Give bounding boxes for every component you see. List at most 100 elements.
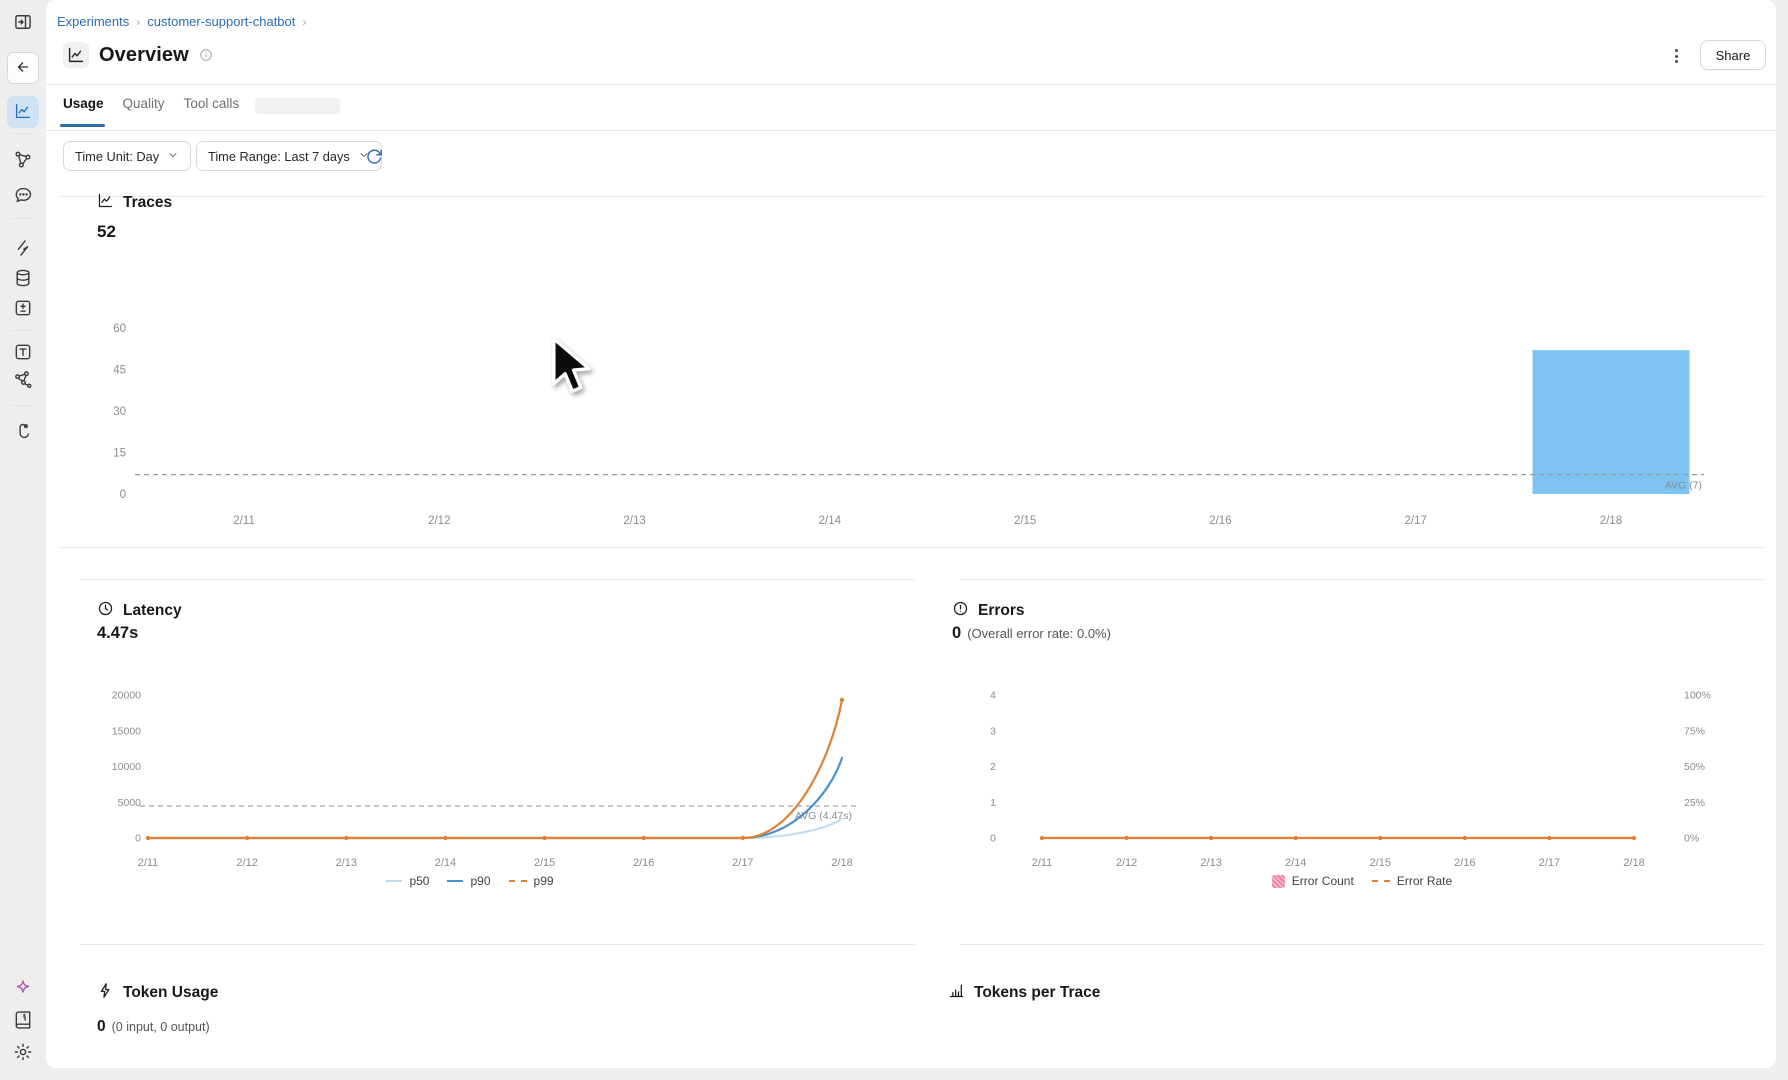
info-icon[interactable]: [199, 48, 213, 62]
token-usage-section-header: Token Usage: [97, 982, 218, 1004]
latency-point-p99: [146, 836, 150, 840]
tokens-per-trace-title: Tokens per Trace: [974, 984, 1100, 1002]
errors-x-tick: 2/16: [1454, 857, 1475, 869]
line-chart-icon: [14, 102, 32, 123]
legend-item-error-rate[interactable]: Error Rate: [1372, 874, 1452, 888]
tab-tool-calls[interactable]: Tool calls: [184, 96, 240, 111]
tab-quality[interactable]: Quality: [123, 96, 165, 111]
latency-title: Latency: [123, 602, 182, 620]
errors-point: [1294, 836, 1298, 840]
section-divider: [60, 547, 1764, 548]
errors-y-tick-left: 1: [990, 797, 996, 809]
errors-section-header: Errors: [952, 600, 1025, 622]
legend-label: Error Rate: [1397, 874, 1452, 888]
tab-usage[interactable]: Usage: [63, 96, 104, 111]
errors-point: [1040, 836, 1044, 840]
latency-x-tick: 2/17: [732, 857, 753, 869]
latency-y-tick: 0: [135, 833, 141, 845]
errors-card-top-border: [960, 579, 1764, 580]
nav-graphs[interactable]: [13, 370, 33, 390]
latency-y-tick: 5000: [118, 797, 142, 809]
errors-y-tick-left: 3: [990, 725, 996, 737]
graph-nodes-icon: [13, 150, 33, 170]
section-divider: [60, 196, 1764, 197]
hook-icon: [13, 422, 33, 442]
latency-x-tick: 2/15: [534, 857, 555, 869]
active-tab-underline: [60, 124, 105, 127]
nav-datasets[interactable]: [13, 268, 33, 288]
nav-monitoring-active[interactable]: [7, 96, 39, 128]
time-range-dropdown[interactable]: Time Range: Last 7 days: [196, 141, 382, 171]
legend-item-p99[interactable]: p99: [509, 874, 554, 888]
database-icon: [13, 268, 33, 288]
sparkle-icon: [13, 978, 33, 998]
nav-hooks[interactable]: [13, 422, 33, 442]
legend-swatch: [1272, 875, 1285, 888]
legend-swatch: [509, 880, 527, 882]
latency-point-p99: [344, 836, 348, 840]
time-unit-label: Time Unit: Day: [75, 149, 159, 164]
errors-point: [1632, 836, 1636, 840]
nav-playground[interactable]: [13, 238, 33, 258]
alert-circle-icon: [952, 600, 969, 622]
traces-value: 52: [97, 222, 116, 242]
loading-shimmer: [255, 98, 340, 114]
legend-label: Error Count: [1292, 874, 1354, 888]
latency-legend: p50 p90 p99: [80, 874, 860, 888]
breadcrumb-project-link[interactable]: customer-support-chatbot: [147, 14, 295, 29]
legend-item-error-count[interactable]: Error Count: [1272, 874, 1354, 888]
traces-x-tick: 2/12: [428, 515, 450, 527]
legend-swatch: [447, 880, 463, 882]
assistant-button[interactable]: [13, 978, 33, 998]
sidebar-divider: [11, 405, 35, 406]
legend-swatch: [386, 880, 402, 882]
nav-annotation-queues[interactable]: [13, 185, 33, 205]
latency-x-tick: 2/18: [831, 857, 852, 869]
latency-point-p99: [245, 836, 249, 840]
traces-x-tick: 2/18: [1600, 515, 1622, 527]
screen: { "breadcrumb": {"root": "Experiments", …: [0, 0, 1788, 1080]
line-chart-icon: [97, 192, 114, 214]
token-usage-card-top-border: [80, 944, 915, 945]
nav-prompts[interactable]: [13, 342, 33, 362]
errors-point: [1547, 836, 1551, 840]
breadcrumb-separator: ›: [302, 15, 306, 29]
sidebar-divider: [11, 133, 35, 134]
overflow-menu-button[interactable]: [1664, 44, 1688, 68]
gear-icon: [13, 1042, 33, 1062]
tab-bar: Usage Quality Tool calls: [63, 96, 239, 111]
errors-x-tick: 2/17: [1539, 857, 1560, 869]
traces-x-tick: 2/11: [233, 515, 255, 527]
nav-experiments[interactable]: [13, 298, 33, 318]
text-box-icon: [13, 342, 33, 362]
back-button[interactable]: [7, 52, 39, 84]
nav-trace-projects[interactable]: [13, 150, 33, 170]
errors-x-tick: 2/13: [1200, 857, 1221, 869]
collapse-sidebar-button[interactable]: [13, 12, 33, 32]
time-unit-dropdown[interactable]: Time Unit: Day: [63, 141, 191, 171]
refresh-button[interactable]: [366, 147, 384, 165]
errors-value: 0 (Overall error rate: 0.0%): [952, 624, 1111, 643]
latency-point-p99: [741, 836, 745, 840]
errors-x-tick: 2/18: [1623, 857, 1644, 869]
traces-avg-label: AVG (7): [1665, 480, 1702, 492]
latency-value: 4.47s: [97, 624, 138, 643]
errors-y-tick-right: 25%: [1684, 797, 1705, 809]
legend-item-p90[interactable]: p90: [447, 874, 490, 888]
traces-chart: 0153045602/112/122/132/142/152/162/172/1…: [113, 323, 1704, 527]
settings-button[interactable]: [13, 1042, 33, 1062]
breadcrumb-experiments-link[interactable]: Experiments: [57, 14, 129, 29]
token-usage-count: 0: [97, 1018, 106, 1036]
share-button[interactable]: Share: [1700, 40, 1766, 70]
errors-point: [1463, 836, 1467, 840]
latency-avg-seconds: 4.47s: [97, 624, 138, 643]
errors-legend: Error Count Error Rate: [960, 874, 1764, 888]
refresh-icon: [366, 148, 384, 165]
latency-avg-label: AVG (4.47s): [795, 810, 852, 822]
latency-chart: 050001000015000200002/112/122/132/142/15…: [112, 690, 858, 870]
traces-bar: [1533, 350, 1690, 494]
sidebar: [0, 0, 46, 1080]
tokens-per-trace-section-header: Tokens per Trace: [948, 982, 1100, 1004]
docs-button[interactable]: [13, 1010, 33, 1030]
legend-item-p50[interactable]: p50: [386, 874, 429, 888]
